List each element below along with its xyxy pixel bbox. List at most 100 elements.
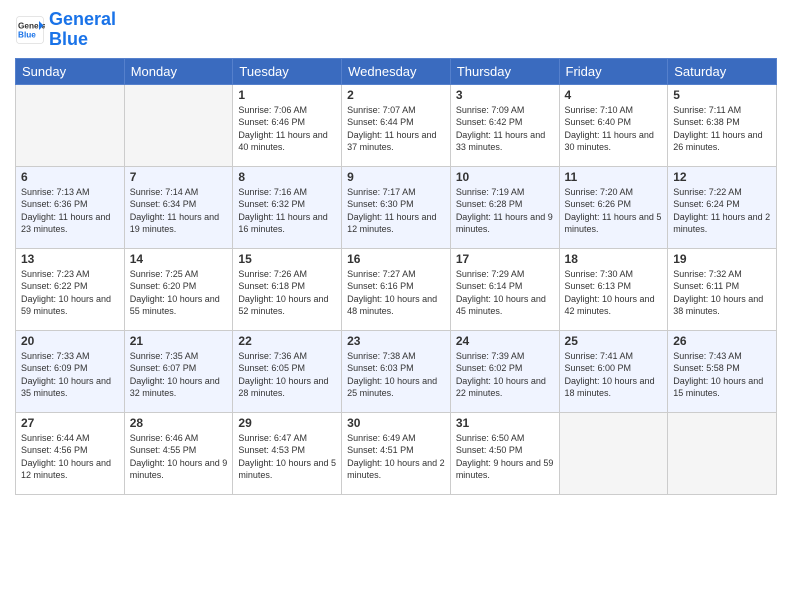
day-number: 25 [565,334,663,348]
calendar-cell: 27 Sunrise: 6:44 AM Sunset: 4:56 PM Dayli… [16,412,125,494]
calendar-cell: 21 Sunrise: 7:35 AM Sunset: 6:07 PM Dayli… [124,330,233,412]
calendar-table: SundayMondayTuesdayWednesdayThursdayFrid… [15,58,777,495]
logo: General Blue GeneralBlue [15,10,116,50]
day-info: Sunrise: 7:32 AM Sunset: 6:11 PM Dayligh… [673,268,771,318]
day-number: 19 [673,252,771,266]
calendar-cell: 4Sunrise: 7:10 AM Sunset: 6:40 PM Daylig… [559,84,668,166]
day-info: Sunrise: 7:06 AM Sunset: 6:46 PM Dayligh… [238,104,336,154]
day-info: Sunrise: 7:22 AM Sunset: 6:24 PM Dayligh… [673,186,771,236]
col-header-wednesday: Wednesday [342,58,451,84]
day-info: Sunrise: 7:11 AM Sunset: 6:38 PM Dayligh… [673,104,771,154]
day-info: Sunrise: 7:07 AM Sunset: 6:44 PM Dayligh… [347,104,445,154]
day-info: Sunrise: 7:23 AM Sunset: 6:22 PM Dayligh… [21,268,119,318]
day-info: Sunrise: 7:14 AM Sunset: 6:34 PM Dayligh… [130,186,228,236]
day-info: Sunrise: 7:20 AM Sunset: 6:26 PM Dayligh… [565,186,663,236]
day-info: Sunrise: 7:35 AM Sunset: 6:07 PM Dayligh… [130,350,228,400]
day-number: 3 [456,88,554,102]
calendar-cell: 6Sunrise: 7:13 AM Sunset: 6:36 PM Daylig… [16,166,125,248]
day-number: 10 [456,170,554,184]
day-info: Sunrise: 7:43 AM Sunset: 5:58 PM Dayligh… [673,350,771,400]
calendar-cell: 14 Sunrise: 7:25 AM Sunset: 6:20 PM Dayli… [124,248,233,330]
day-number: 26 [673,334,771,348]
day-number: 16 [347,252,445,266]
day-number: 23 [347,334,445,348]
day-number: 29 [238,416,336,430]
calendar-cell: 19 Sunrise: 7:32 AM Sunset: 6:11 PM Dayli… [668,248,777,330]
day-info: Sunrise: 6:44 AM Sunset: 4:56 PM Dayligh… [21,432,119,482]
day-number: 11 [565,170,663,184]
col-header-friday: Friday [559,58,668,84]
day-number: 22 [238,334,336,348]
day-number: 1 [238,88,336,102]
day-info: Sunrise: 7:36 AM Sunset: 6:05 PM Dayligh… [238,350,336,400]
calendar-cell: 22 Sunrise: 7:36 AM Sunset: 6:05 PM Dayli… [233,330,342,412]
day-number: 15 [238,252,336,266]
calendar-cell: 11 Sunrise: 7:20 AM Sunset: 6:26 PM Dayli… [559,166,668,248]
calendar-cell [16,84,125,166]
calendar-cell: 25 Sunrise: 7:41 AM Sunset: 6:00 PM Dayli… [559,330,668,412]
calendar-cell: 15Sunrise: 7:26 AM Sunset: 6:18 PM Dayli… [233,248,342,330]
calendar-cell: 20 Sunrise: 7:33 AM Sunset: 6:09 PM Dayli… [16,330,125,412]
calendar-cell: 26 Sunrise: 7:43 AM Sunset: 5:58 PM Dayli… [668,330,777,412]
calendar-cell: 3 Sunrise: 7:09 AM Sunset: 6:42 PM Daylig… [450,84,559,166]
day-number: 21 [130,334,228,348]
day-info: Sunrise: 6:47 AM Sunset: 4:53 PM Dayligh… [238,432,336,482]
svg-text:Blue: Blue [18,30,36,39]
day-info: Sunrise: 7:25 AM Sunset: 6:20 PM Dayligh… [130,268,228,318]
day-info: Sunrise: 6:46 AM Sunset: 4:55 PM Dayligh… [130,432,228,482]
page: General Blue GeneralBlue SundayMondayTue… [0,0,792,505]
calendar-cell: 23 Sunrise: 7:38 AM Sunset: 6:03 PM Dayli… [342,330,451,412]
day-number: 12 [673,170,771,184]
day-info: Sunrise: 7:33 AM Sunset: 6:09 PM Dayligh… [21,350,119,400]
day-number: 28 [130,416,228,430]
calendar-cell: 29 Sunrise: 6:47 AM Sunset: 4:53 PM Dayli… [233,412,342,494]
calendar-cell: 28 Sunrise: 6:46 AM Sunset: 4:55 PM Dayli… [124,412,233,494]
day-info: Sunrise: 7:16 AM Sunset: 6:32 PM Dayligh… [238,186,336,236]
day-info: Sunrise: 7:38 AM Sunset: 6:03 PM Dayligh… [347,350,445,400]
calendar-cell: 9Sunrise: 7:17 AM Sunset: 6:30 PM Daylig… [342,166,451,248]
calendar-cell: 8 Sunrise: 7:16 AM Sunset: 6:32 PM Daylig… [233,166,342,248]
day-number: 14 [130,252,228,266]
day-info: Sunrise: 7:10 AM Sunset: 6:40 PM Dayligh… [565,104,663,154]
day-number: 30 [347,416,445,430]
week-row-2: 13Sunrise: 7:23 AM Sunset: 6:22 PM Dayli… [16,248,777,330]
day-info: Sunrise: 7:41 AM Sunset: 6:00 PM Dayligh… [565,350,663,400]
day-number: 18 [565,252,663,266]
calendar-cell: 10 Sunrise: 7:19 AM Sunset: 6:28 PM Dayli… [450,166,559,248]
day-number: 20 [21,334,119,348]
day-info: Sunrise: 7:19 AM Sunset: 6:28 PM Dayligh… [456,186,554,236]
day-number: 9 [347,170,445,184]
calendar-cell: 16 Sunrise: 7:27 AM Sunset: 6:16 PM Dayli… [342,248,451,330]
day-info: Sunrise: 7:29 AM Sunset: 6:14 PM Dayligh… [456,268,554,318]
day-info: Sunrise: 7:39 AM Sunset: 6:02 PM Dayligh… [456,350,554,400]
calendar-cell: 1 Sunrise: 7:06 AM Sunset: 6:46 PM Daylig… [233,84,342,166]
week-row-0: 1 Sunrise: 7:06 AM Sunset: 6:46 PM Daylig… [16,84,777,166]
day-number: 17 [456,252,554,266]
day-number: 27 [21,416,119,430]
calendar-cell: 7Sunrise: 7:14 AM Sunset: 6:34 PM Daylig… [124,166,233,248]
calendar-cell [668,412,777,494]
col-header-thursday: Thursday [450,58,559,84]
calendar-cell: 31Sunrise: 6:50 AM Sunset: 4:50 PM Dayli… [450,412,559,494]
calendar-cell: 5 Sunrise: 7:11 AM Sunset: 6:38 PM Daylig… [668,84,777,166]
day-info: Sunrise: 7:30 AM Sunset: 6:13 PM Dayligh… [565,268,663,318]
calendar-cell: 18 Sunrise: 7:30 AM Sunset: 6:13 PM Dayli… [559,248,668,330]
day-number: 24 [456,334,554,348]
day-number: 6 [21,170,119,184]
week-row-1: 6Sunrise: 7:13 AM Sunset: 6:36 PM Daylig… [16,166,777,248]
day-number: 2 [347,88,445,102]
day-number: 31 [456,416,554,430]
day-number: 5 [673,88,771,102]
day-number: 8 [238,170,336,184]
calendar-cell: 24 Sunrise: 7:39 AM Sunset: 6:02 PM Dayli… [450,330,559,412]
col-header-saturday: Saturday [668,58,777,84]
day-info: Sunrise: 6:49 AM Sunset: 4:51 PM Dayligh… [347,432,445,482]
day-info: Sunrise: 7:27 AM Sunset: 6:16 PM Dayligh… [347,268,445,318]
header: General Blue GeneralBlue [15,10,777,50]
week-row-4: 27 Sunrise: 6:44 AM Sunset: 4:56 PM Dayli… [16,412,777,494]
calendar-cell: 30 Sunrise: 6:49 AM Sunset: 4:51 PM Dayli… [342,412,451,494]
week-row-3: 20 Sunrise: 7:33 AM Sunset: 6:09 PM Dayli… [16,330,777,412]
day-info: Sunrise: 7:09 AM Sunset: 6:42 PM Dayligh… [456,104,554,154]
col-header-tuesday: Tuesday [233,58,342,84]
calendar-cell [124,84,233,166]
